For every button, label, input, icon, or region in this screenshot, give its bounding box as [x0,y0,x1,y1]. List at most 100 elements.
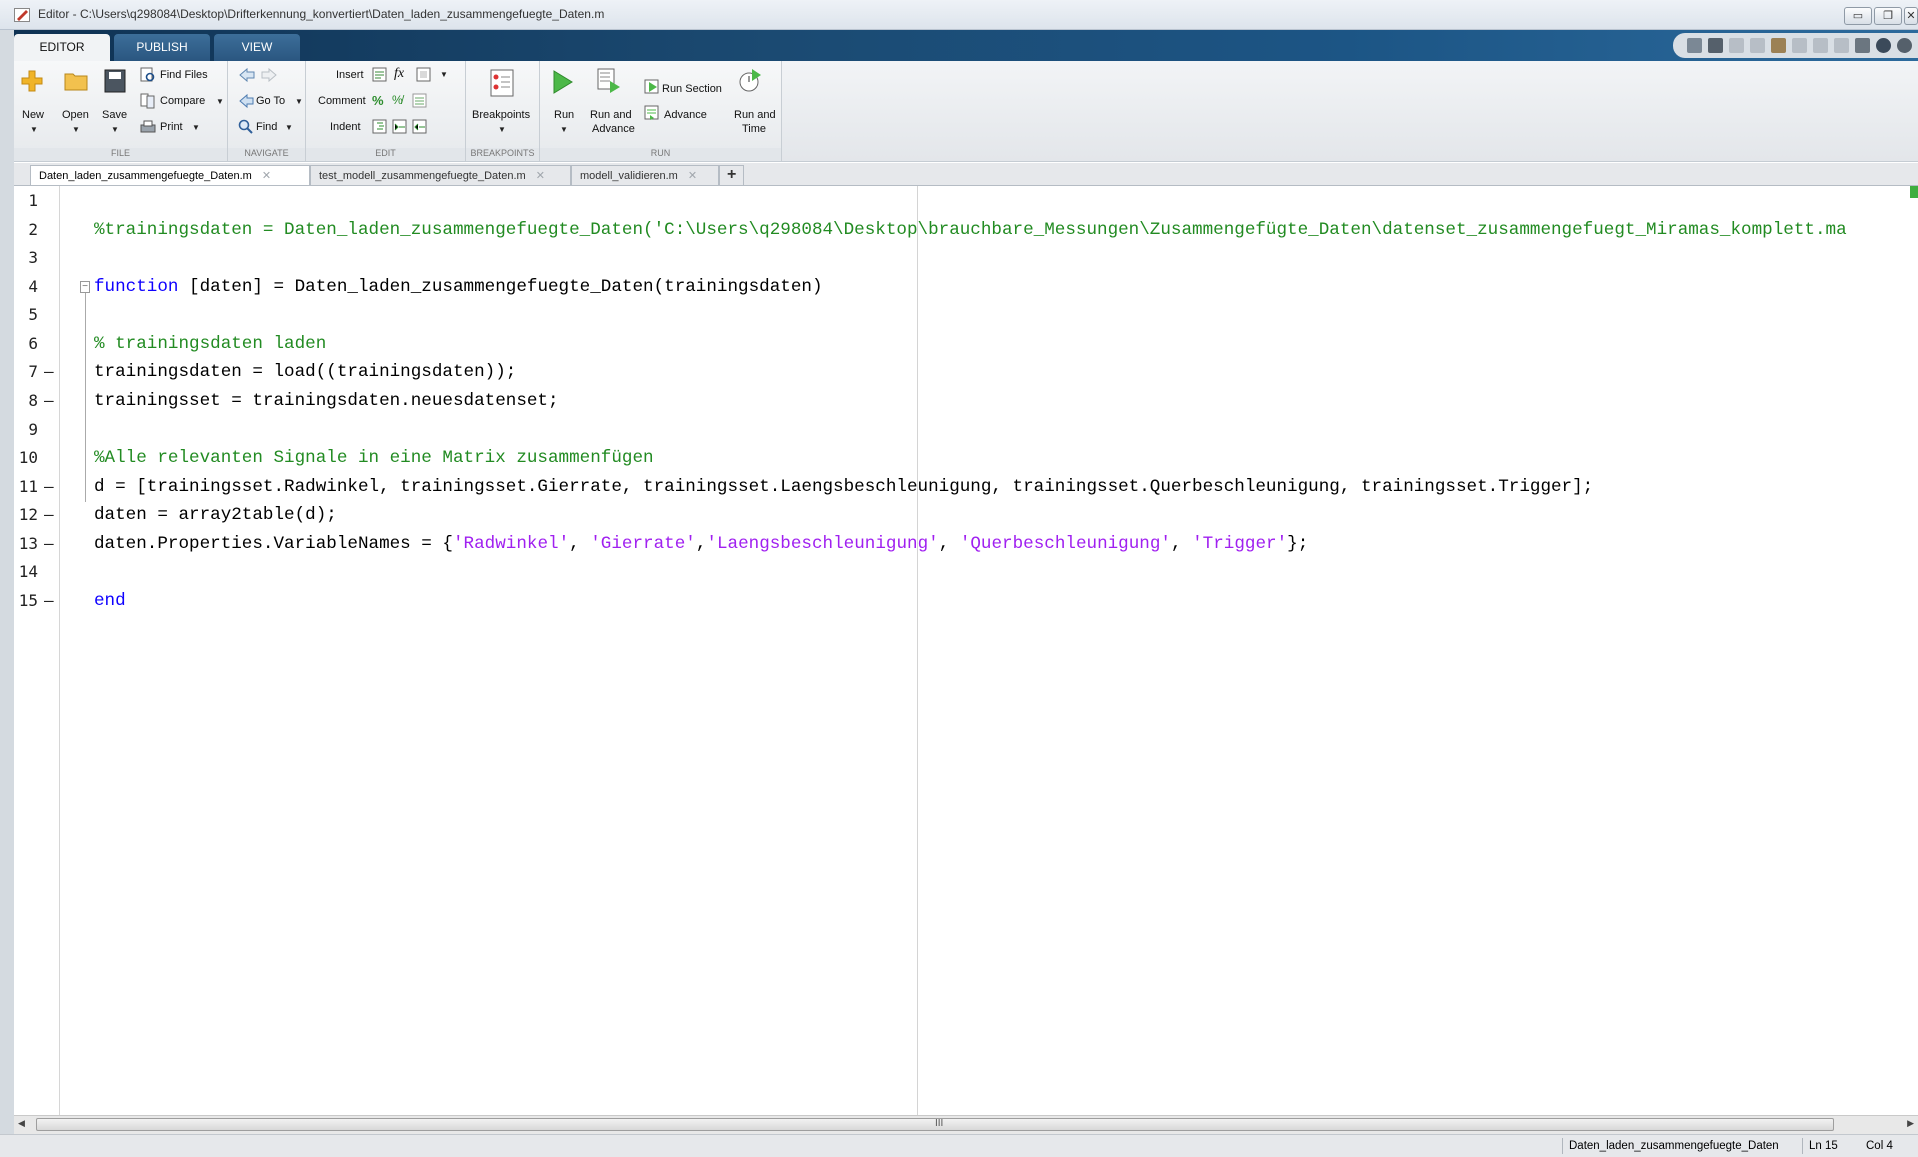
new-dropdown-icon[interactable]: ▼ [30,125,38,134]
copy-icon[interactable] [1750,38,1765,53]
scrollbar-grip: III [935,1118,944,1129]
close-tab-icon[interactable]: ✕ [262,170,271,182]
new-button[interactable]: New [22,109,44,121]
save-button[interactable]: Save [102,109,127,121]
doc-tab-test-modell[interactable]: test_modell_zusammengefuegte_Daten.m ✕ [310,165,571,185]
save-quick-icon[interactable] [1708,38,1723,53]
breakpoint-marker[interactable]: – [44,473,54,501]
find-dropdown-icon[interactable]: ▼ [285,123,293,132]
code-text: %trainingsdaten = Daten_laden_zusammenge… [94,216,1847,244]
breakpoint-marker[interactable]: – [44,358,54,386]
doc-tab-modell-validieren[interactable]: modell_validieren.m ✕ [571,165,719,185]
code-text-part: , [938,534,960,554]
line-number: 5 [28,305,38,324]
run-section-icon [644,79,659,94]
breakpoint-marker[interactable]: – [44,587,54,615]
save-dropdown-icon[interactable]: ▼ [111,125,119,134]
increase-indent-icon[interactable] [392,119,408,135]
save-icon[interactable] [104,69,126,93]
paste-icon[interactable] [1771,38,1786,53]
minimize-icon[interactable]: ▭ [1844,7,1872,25]
fold-toggle-icon[interactable]: − [80,281,90,293]
code-text: trainingsdaten = load((trainingsdaten)); [94,362,517,382]
go-to-button[interactable]: Go To [256,95,285,107]
insert-dropdown-icon[interactable]: ▼ [440,70,448,79]
horizontal-scrollbar[interactable]: ◀ III ▶ [14,1115,1918,1134]
code-line: 5 [14,301,1918,329]
breakpoints-button[interactable]: Breakpoints [472,109,530,121]
code-text-part: , [695,534,707,554]
window-title: Editor - C:\Users\q298084\Desktop\Drifte… [38,7,605,21]
close-icon[interactable]: ✕ [1904,7,1918,25]
code-text: daten.Properties.VariableNames = {'Radwi… [94,530,1308,558]
find-files-button[interactable]: Find Files [160,69,208,81]
new-icon[interactable] [20,69,44,93]
line-number: 9 [28,420,38,439]
print-dropdown-icon[interactable]: ▼ [192,123,200,132]
code-text-part: , [1170,534,1193,554]
insert-function-icon[interactable]: fx [394,66,404,82]
insert-block-icon[interactable] [416,67,432,83]
scroll-right-icon[interactable]: ▶ [1907,1118,1914,1129]
layout-icon[interactable] [1687,38,1702,53]
open-button[interactable]: Open [62,109,89,121]
run-and-time-label-2[interactable]: Time [742,123,766,135]
line-number: 13 [18,534,38,553]
tab-editor[interactable]: EDITOR [14,34,110,61]
code-line: 13 – daten.Properties.VariableNames = {'… [14,530,1918,558]
run-button[interactable]: Run [554,109,574,121]
breakpoint-marker[interactable]: – [44,501,54,529]
tab-view[interactable]: VIEW [214,34,300,61]
redo-icon[interactable] [1813,38,1828,53]
scrollbar-thumb[interactable]: III [36,1118,1834,1131]
run-and-advance-icon[interactable] [596,67,622,95]
breakpoints-icon[interactable] [490,69,514,97]
run-section-button[interactable]: Run Section [662,83,722,95]
undo-icon[interactable] [1792,38,1807,53]
print-icon [140,120,156,133]
doc-tab-daten-laden[interactable]: Daten_laden_zusammengefuegte_Daten.m ✕ [30,165,310,185]
forward-arrow-icon[interactable] [260,67,278,83]
breakpoints-dropdown-icon[interactable]: ▼ [498,125,506,134]
options-icon[interactable] [1897,38,1912,53]
compare-button[interactable]: Compare [160,95,205,107]
code-text: end [94,587,126,615]
insert-section-icon[interactable] [372,67,388,83]
advance-button[interactable]: Advance [664,109,707,121]
smart-indent-icon[interactable] [372,119,388,135]
open-dropdown-icon[interactable]: ▼ [72,125,80,134]
tab-publish[interactable]: PUBLISH [114,34,210,61]
comment-icon[interactable]: % [372,93,384,108]
uncomment-icon[interactable]: %̸ [392,93,403,107]
run-and-advance-label-2[interactable]: Advance [592,123,635,135]
close-tab-icon[interactable]: ✕ [688,170,697,182]
breakpoint-marker[interactable]: – [44,387,54,415]
run-and-time-label-1[interactable]: Run and [734,109,776,121]
section-label-breakpoints: BREAKPOINTS [466,148,539,161]
string-literal: 'Querbeschleunigung' [959,534,1171,554]
scroll-left-icon[interactable]: ◀ [18,1118,25,1129]
help-icon[interactable] [1876,38,1891,53]
window-layout-icon[interactable] [1855,38,1870,53]
print-button[interactable]: Print [160,121,183,133]
code-editor[interactable]: 1 2 %trainingsdaten = Daten_laden_zusamm… [14,186,1918,1115]
status-function-name[interactable]: Daten_laden_zusammengefuegte_Daten [1562,1138,1785,1154]
back-arrow-icon[interactable] [238,67,256,83]
restore-icon[interactable]: ❐ [1874,7,1902,25]
decrease-indent-icon[interactable] [412,119,428,135]
compare-dropdown-icon[interactable]: ▼ [216,97,224,106]
close-tab-icon[interactable]: ✕ [536,170,545,182]
switch-windows-icon[interactable] [1834,38,1849,53]
run-and-advance-label-1[interactable]: Run and [590,109,632,121]
find-button[interactable]: Find [256,121,277,133]
wrap-comments-icon[interactable] [412,93,428,109]
go-to-dropdown-icon[interactable]: ▼ [295,97,303,106]
run-dropdown-icon[interactable]: ▼ [560,125,568,134]
open-folder-icon[interactable] [64,71,88,91]
code-line: 7 – trainingsdaten = load((trainingsdate… [14,358,1918,386]
run-icon[interactable] [552,69,574,95]
run-and-time-icon[interactable] [738,67,762,95]
new-tab-button[interactable]: + [719,165,745,185]
cut-icon[interactable] [1729,38,1744,53]
breakpoint-marker[interactable]: – [44,530,54,558]
